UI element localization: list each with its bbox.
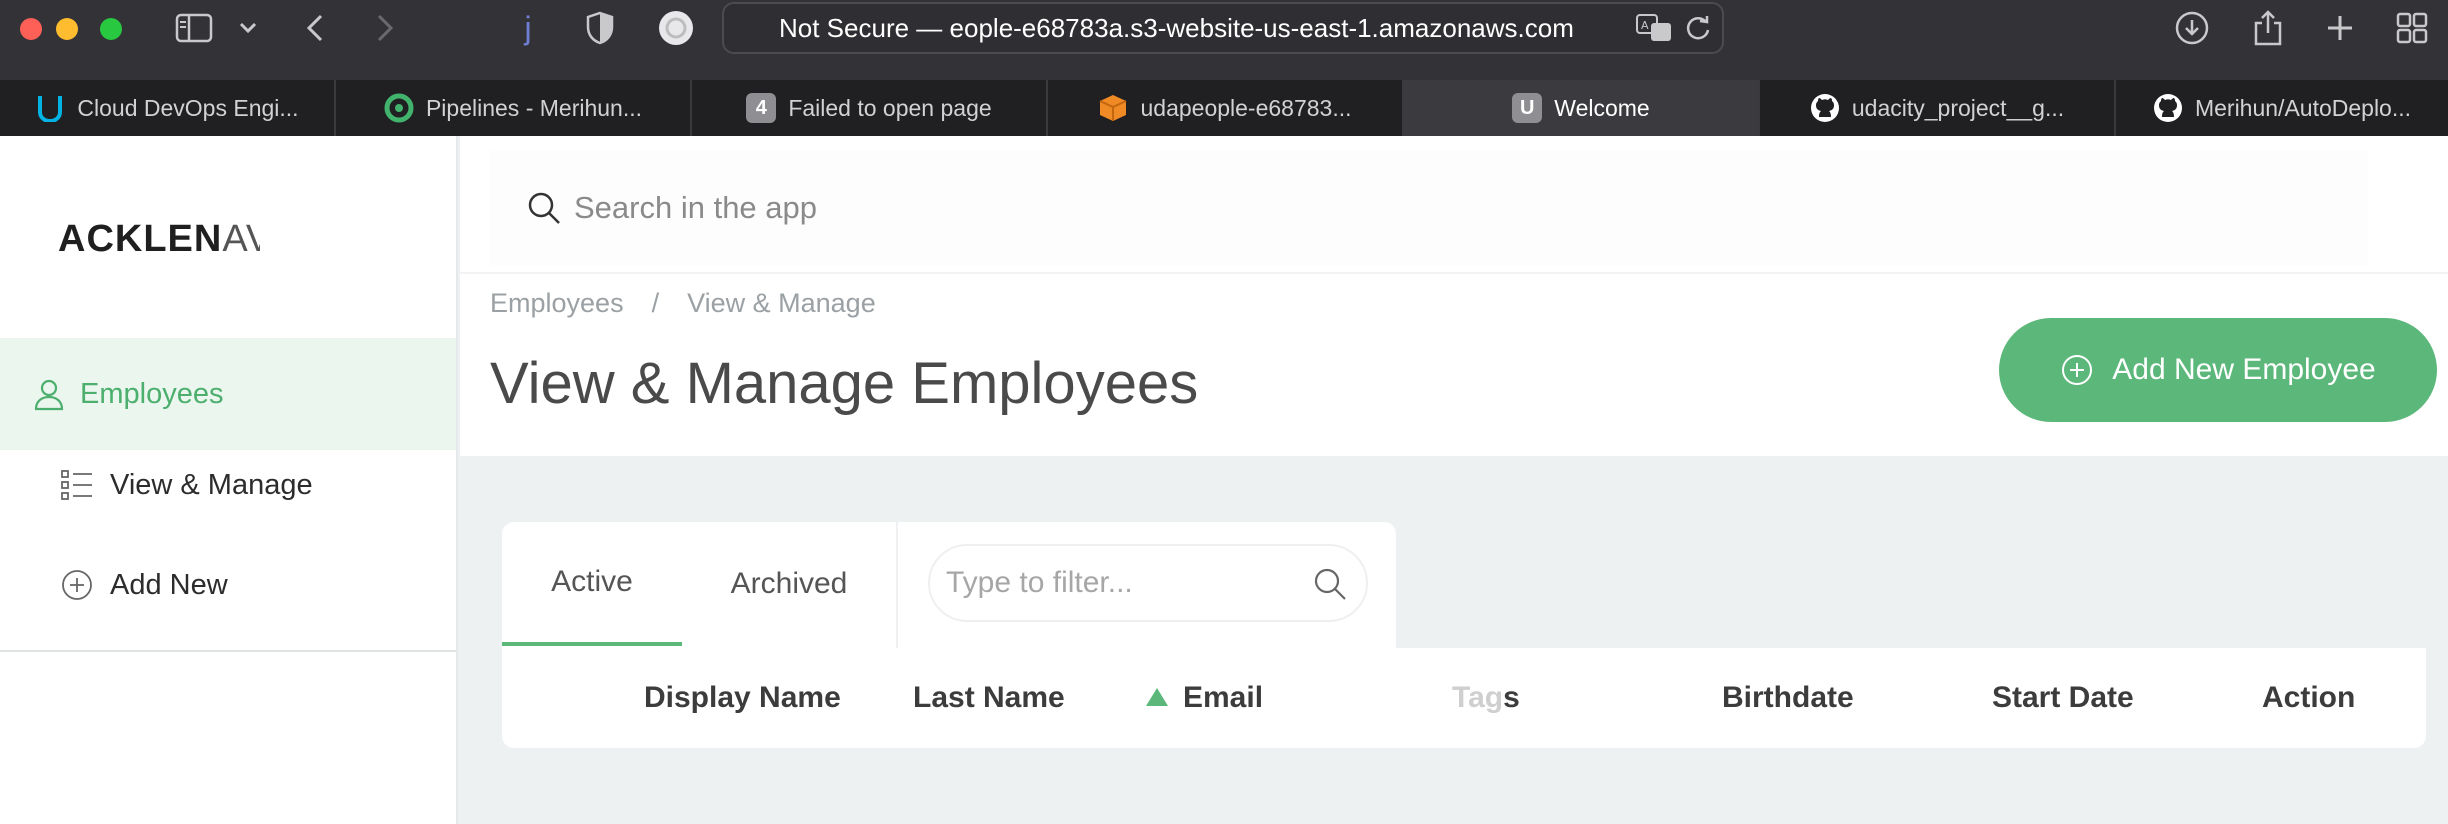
browser-titlebar: j Not Secure — eople-e68783a.s3-website-…: [0, 0, 2448, 80]
add-new-employee-button[interactable]: Add New Employee: [1999, 318, 2437, 422]
plus-circle-icon: [60, 568, 94, 602]
filter-input[interactable]: [946, 566, 1286, 600]
browser-tab-cloud-devops[interactable]: Cloud DevOps Engi...: [0, 80, 336, 136]
tab-label: Merihun/AutoDeplo...: [2194, 94, 2412, 121]
address-url: eople-e68783a.s3-website-us-east-1.amazo…: [949, 13, 1574, 43]
list-toolbar: Active Archived: [502, 522, 1396, 648]
chevron-down-icon[interactable]: [236, 8, 260, 48]
column-birthdate[interactable]: Birthdate: [1722, 648, 1854, 748]
tab-label: Welcome: [1554, 94, 1650, 121]
breadcrumb-employees[interactable]: Employees: [490, 288, 624, 319]
tab-label: udacity_project__g...: [1851, 94, 2065, 121]
browser-tab-pipelines[interactable]: Pipelines - Merihun...: [336, 80, 692, 136]
browser-tab-udapeople[interactable]: udapeople-e68783...: [1048, 80, 1404, 136]
app-letter-icon: U: [1512, 93, 1543, 123]
app-root: ACKLENAVENUE Employees View & Manage Add…: [0, 136, 2448, 824]
header-divider: [460, 272, 2448, 274]
tab-overview-icon[interactable]: [2392, 8, 2432, 48]
column-start-date[interactable]: Start Date: [1992, 648, 2134, 748]
sidebar-item-add-new[interactable]: Add New: [60, 568, 228, 602]
browser-tabstrip: Cloud DevOps Engi... Pipelines - Merihun…: [0, 80, 2448, 136]
close-window-button[interactable]: [20, 18, 42, 40]
search-icon[interactable]: [1312, 566, 1348, 602]
sidebar: ACKLENAVENUE Employees View & Manage Add…: [0, 136, 458, 824]
tab-label: Failed to open page: [788, 94, 992, 121]
toolbar-divider: [896, 522, 898, 648]
search-icon: [526, 190, 562, 226]
number-badge-icon: 4: [746, 93, 777, 123]
list-icon: [60, 468, 94, 502]
breadcrumb: Employees / View & Manage: [490, 288, 876, 319]
sidebar-item-view-manage[interactable]: View & Manage: [60, 468, 313, 502]
sidebar-toggle-icon[interactable]: [174, 8, 214, 48]
column-last-name[interactable]: Last Name: [913, 648, 1065, 748]
tab-label: Cloud DevOps Engi...: [77, 94, 299, 121]
browser-tab-failed[interactable]: 4 Failed to open page: [692, 80, 1048, 136]
filter-box: [928, 544, 1368, 622]
extension-circle-icon[interactable]: [656, 8, 696, 48]
github-icon: [2153, 93, 2183, 123]
minimize-window-button[interactable]: [56, 18, 78, 40]
browser-tab-welcome[interactable]: U Welcome: [1404, 80, 1760, 136]
new-tab-icon[interactable]: [2320, 8, 2360, 48]
sidebar-item-label: View & Manage: [110, 468, 313, 501]
page-title: View & Manage Employees: [490, 351, 1199, 416]
zoom-window-button[interactable]: [100, 18, 122, 40]
tab-label: udapeople-e68783...: [1140, 94, 1352, 121]
address-text: Not Secure — eople-e68783a.s3-website-us…: [779, 4, 1574, 52]
reload-icon[interactable]: [1680, 8, 1716, 48]
add-button-label: Add New Employee: [2112, 353, 2376, 386]
forward-icon[interactable]: [370, 8, 400, 48]
column-display-name[interactable]: Display Name: [644, 648, 841, 748]
company-logo: ACKLENAVENUE: [58, 218, 260, 261]
column-email[interactable]: Email: [1183, 648, 1263, 748]
browser-tab-autodeploy[interactable]: Merihun/AutoDeplo...: [2116, 80, 2448, 136]
breadcrumb-view-manage[interactable]: View & Manage: [687, 288, 876, 319]
breadcrumb-separator: /: [651, 288, 660, 318]
user-icon: [32, 377, 66, 411]
column-action: Action: [2262, 681, 2356, 714]
browser-tab-udacity-project[interactable]: udacity_project__g...: [1760, 80, 2116, 136]
translate-icon[interactable]: A: [1634, 8, 1674, 48]
sidebar-item-label: Add New: [110, 568, 228, 601]
logo-bold: ACKLEN: [58, 218, 223, 260]
sidebar-item-label: Employees: [80, 377, 224, 410]
page-header: Employees / View & Manage View & Manage …: [460, 136, 2448, 456]
sidebar-item-employees[interactable]: Employees: [0, 338, 456, 450]
aws-box-icon: [1098, 93, 1128, 123]
column-tags-faint: Tag: [1452, 681, 1504, 714]
app-search: [490, 150, 2368, 266]
not-secure-label: Not Secure —: [779, 13, 943, 43]
back-icon[interactable]: [300, 8, 330, 48]
search-input[interactable]: [574, 190, 2074, 226]
extension-j-icon[interactable]: j: [516, 8, 540, 48]
table-header: Display Name Last Name Email Tags Birthd…: [502, 648, 2426, 748]
circleci-icon: [384, 93, 414, 123]
sidebar-divider: [0, 650, 456, 652]
downloads-icon[interactable]: [2172, 8, 2212, 48]
column-tags-end: s: [1503, 681, 1520, 714]
privacy-shield-icon[interactable]: [582, 8, 618, 48]
column-tags[interactable]: Tags: [1452, 648, 1520, 748]
plus-circle-icon: [2060, 353, 2094, 387]
logo-thin: AVENUE: [222, 218, 260, 260]
tab-archived[interactable]: Archived: [682, 522, 896, 646]
sort-ascending-icon[interactable]: [1146, 688, 1168, 706]
udacity-icon: [35, 93, 65, 123]
address-bar[interactable]: Not Secure — eople-e68783a.s3-website-us…: [722, 2, 1724, 54]
svg-text:A: A: [1641, 19, 1649, 32]
tab-label: Pipelines - Merihun...: [425, 94, 643, 121]
tab-active[interactable]: Active: [502, 522, 682, 646]
github-icon: [1810, 93, 1840, 123]
share-icon[interactable]: [2248, 8, 2288, 48]
